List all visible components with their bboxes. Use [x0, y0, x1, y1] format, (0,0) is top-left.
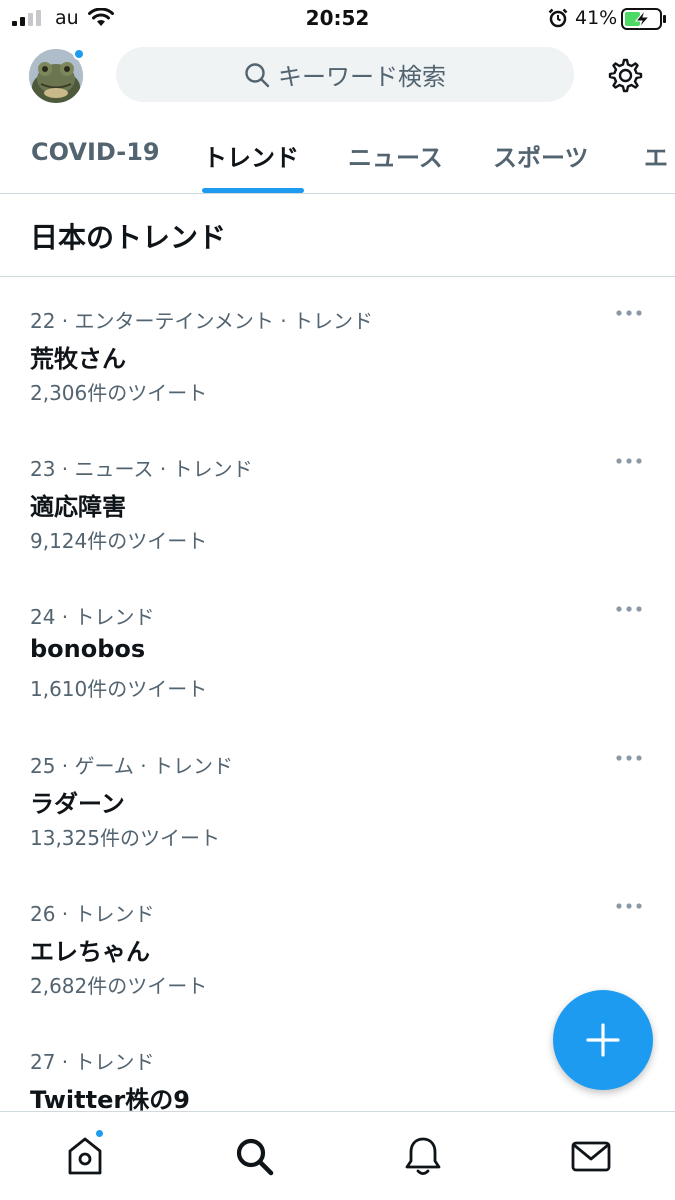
home-icon[interactable]	[63, 1134, 107, 1178]
home-notification-dot	[94, 1128, 105, 1139]
status-bar: au 20:52 41%	[0, 0, 675, 38]
search-input[interactable]: キーワード検索	[116, 47, 574, 102]
divider	[0, 276, 675, 277]
clock: 20:52	[305, 6, 370, 30]
more-dots-icon[interactable]	[614, 750, 644, 766]
mail-icon[interactable]	[569, 1134, 613, 1178]
plus-icon	[586, 1023, 620, 1057]
search-placeholder: キーワード検索	[278, 63, 446, 91]
trend-meta: 24 · トレンド	[30, 605, 155, 629]
trend-name: Twitter株の9	[30, 1086, 190, 1111]
avatar-notification-dot	[73, 48, 85, 60]
trend-meta: 25 · ゲーム · トレンド	[30, 754, 233, 778]
trend-meta: 23 · ニュース · トレンド	[30, 457, 253, 481]
more-dots-icon[interactable]	[614, 898, 644, 914]
trend-item[interactable]: 23 · ニュース · トレンド 適応障害 9,124件のツイート	[0, 453, 675, 601]
trend-item[interactable]: 24 · トレンド bonobos 1,610件のツイート	[0, 601, 675, 749]
trend-meta: 27 · トレンド	[30, 1050, 155, 1074]
alarm-icon	[548, 8, 568, 28]
tab-sports[interactable]: スポーツ	[493, 138, 589, 173]
trend-tweet-count: 2,682件のツイート	[30, 974, 208, 998]
tab-news[interactable]: ニュース	[348, 138, 443, 173]
trend-name: ラダーン	[30, 790, 125, 818]
battery-percent: 41%	[575, 7, 618, 29]
more-dots-icon[interactable]	[614, 305, 644, 321]
explore-tabs: COVID-19 トレンド ニュース スポーツ エ	[0, 128, 675, 194]
tab-entertainment[interactable]: エ	[644, 138, 668, 173]
trend-tweet-count: 2,306件のツイート	[30, 381, 208, 405]
trend-tweet-count: 1,610件のツイート	[30, 677, 208, 701]
tab-covid-19[interactable]: COVID-19	[31, 138, 160, 166]
trend-tweet-count: 13,325件のツイート	[30, 826, 220, 850]
section-title: 日本のトレンド	[30, 221, 227, 254]
search-icon	[245, 62, 270, 87]
trend-name: 適応障害	[30, 493, 126, 521]
active-tab-indicator	[202, 188, 304, 193]
more-dots-icon[interactable]	[614, 453, 644, 469]
trend-item[interactable]: 22 · エンターテインメント · トレンド 荒牧さん 2,306件のツイート	[0, 305, 675, 453]
bell-icon[interactable]	[401, 1134, 445, 1178]
trend-tweet-count: 9,124件のツイート	[30, 529, 208, 553]
trend-name: エレちゃん	[30, 938, 150, 966]
trend-meta: 26 · トレンド	[30, 902, 155, 926]
trend-name: 荒牧さん	[30, 345, 126, 373]
battery-charging-icon	[621, 8, 666, 30]
compose-button[interactable]	[553, 990, 653, 1090]
bottom-nav	[0, 1111, 675, 1200]
trend-name: bonobos	[30, 635, 146, 663]
trend-item[interactable]: 25 · ゲーム · トレンド ラダーン 13,325件のツイート	[0, 750, 675, 898]
search-icon[interactable]	[232, 1134, 276, 1178]
tab-trends[interactable]: トレンド	[203, 138, 299, 173]
gear-icon[interactable]	[605, 56, 643, 94]
trend-meta: 22 · エンターテインメント · トレンド	[30, 309, 373, 333]
more-dots-icon[interactable]	[614, 601, 644, 617]
